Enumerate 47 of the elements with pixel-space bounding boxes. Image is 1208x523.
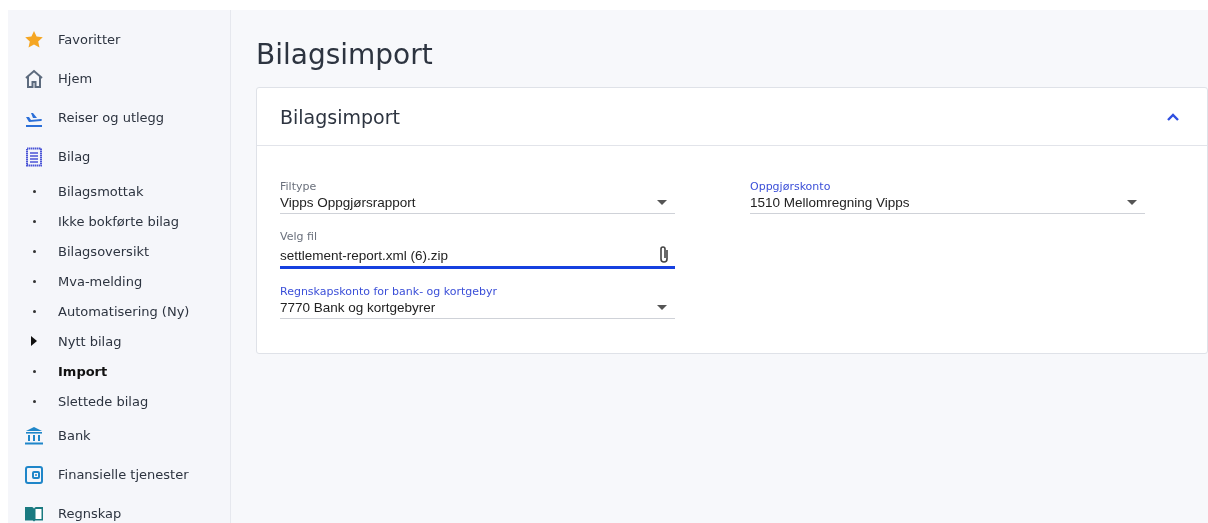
sidebar-item[interactable]: Reiser og utlegg	[58, 110, 165, 125]
sidebar-subitem[interactable]: Bilagsoversikt	[58, 243, 150, 259]
chevron-up-icon[interactable]	[1166, 111, 1180, 122]
document-icon	[24, 146, 44, 167]
sidebar-subitem[interactable]: Bilagsmottak	[58, 183, 144, 199]
sidebar-item[interactable]: Hjem	[58, 71, 93, 86]
sidebar-subitem[interactable]: Ikke bokførte bilag	[58, 213, 180, 229]
dropdown-caret-icon[interactable]	[657, 305, 667, 310]
card-title: Bilagsimport	[280, 105, 400, 128]
bullet-icon	[32, 279, 36, 283]
star-icon	[24, 29, 44, 50]
bullet-icon	[32, 399, 36, 403]
field-value: Vipps Oppgjørsrapport	[280, 195, 416, 210]
select-field[interactable]: Regnskapskonto for bank- og kortgebyr 7770 Bank og kortgebyrer	[280, 285, 675, 319]
field-label: Velg fil	[280, 230, 318, 243]
field-value: settlement-report.xml (6).zip	[280, 247, 449, 263]
sidebar-subitem[interactable]: Slettede bilag	[58, 393, 149, 409]
sidebar-item[interactable]: Finansielle tjenester	[58, 467, 189, 482]
sidebar-item[interactable]: Regnskap	[58, 506, 122, 521]
sidebar-subitem[interactable]: Nytt bilag	[58, 333, 122, 349]
sidebar-subitem[interactable]: Import	[58, 363, 108, 379]
field-value: 7770 Bank og kortgebyrer	[280, 300, 436, 315]
field-label: Regnskapskonto for bank- og kortgebyr	[280, 285, 499, 298]
sidebar-subitem[interactable]: Mva-melding	[58, 273, 143, 289]
file-field[interactable]: Velg fil settlement-report.xml (6).zip	[280, 230, 675, 269]
bank-icon	[24, 425, 44, 446]
field-value: 1510 Mellomregning Vipps	[750, 195, 910, 210]
dropdown-caret-icon[interactable]	[1127, 200, 1137, 205]
sidebar-subitem[interactable]: Automatisering (Ny)	[58, 303, 190, 319]
select-field[interactable]: Filtype Vipps Oppgjørsrapport	[280, 180, 675, 214]
bullet-icon	[32, 309, 36, 313]
bullet-icon	[32, 369, 36, 373]
paperclip-icon[interactable]	[657, 245, 671, 265]
field-label: Filtype	[280, 180, 318, 193]
home-icon	[24, 68, 44, 89]
bullet-icon	[32, 189, 36, 193]
page-title: Bilagsimport	[256, 38, 434, 71]
expand-icon[interactable]	[31, 336, 37, 346]
bullet-icon	[32, 219, 36, 223]
field-label: Oppgjørskonto	[750, 180, 832, 193]
sidebar-item[interactable]: Bank	[58, 428, 91, 443]
select-field[interactable]: Oppgjørskonto 1510 Mellomregning Vipps	[750, 180, 1145, 214]
bullet-icon	[32, 249, 36, 253]
sidebar-item[interactable]: Bilag	[58, 149, 91, 164]
dropdown-caret-icon[interactable]	[657, 200, 667, 205]
wallet-icon	[24, 464, 44, 485]
sidebar-item[interactable]: Favoritter	[58, 32, 121, 47]
